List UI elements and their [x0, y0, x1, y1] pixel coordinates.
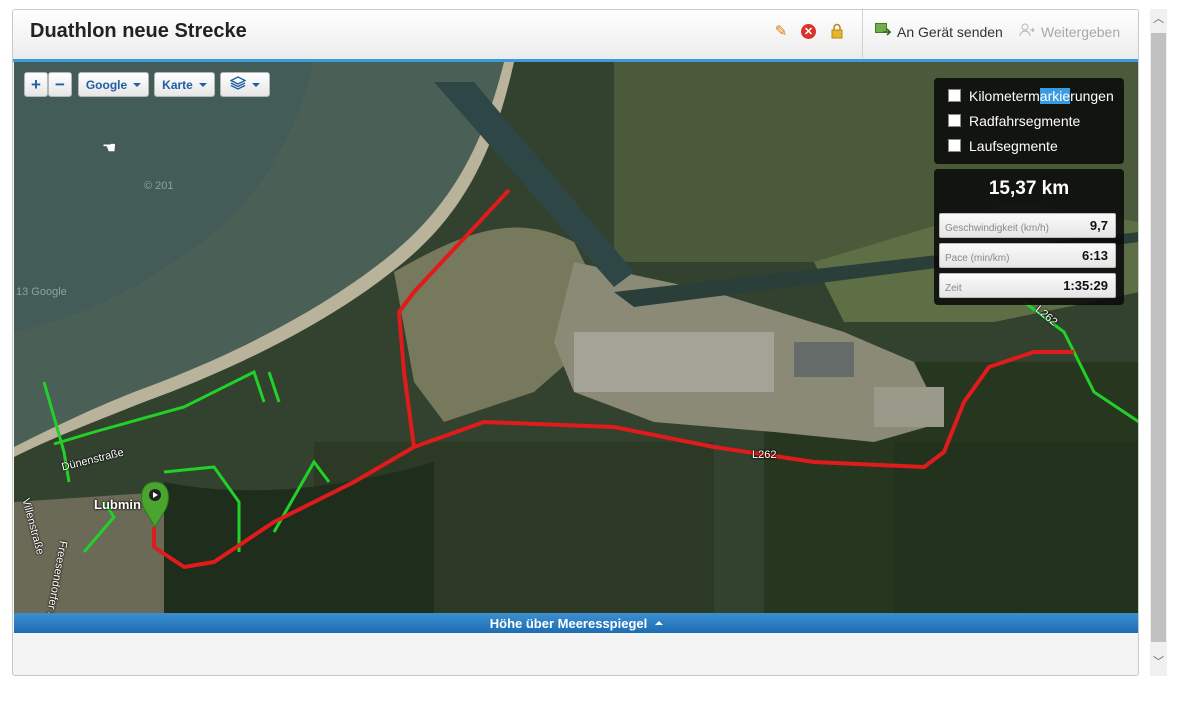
- speed-label: Geschwindigkeit (km/h): [945, 223, 1049, 234]
- chevron-down-icon: [198, 82, 207, 87]
- send-to-device-icon: [875, 23, 892, 40]
- page-title: Duathlon neue Strecke: [30, 20, 247, 42]
- scroll-up-icon[interactable]: ︿: [1153, 13, 1164, 25]
- map-watermark-2: 13 Google: [16, 286, 67, 298]
- zoom-in-button[interactable]: +: [24, 72, 48, 97]
- map-provider-dropdown[interactable]: Google: [78, 72, 149, 97]
- speed-stat: Geschwindigkeit (km/h) 9,7: [939, 213, 1116, 238]
- map-provider-label: Google: [85, 77, 128, 92]
- road-label-2: L262: [752, 449, 777, 461]
- lock-icon[interactable]: [829, 23, 845, 39]
- chevron-down-icon: [133, 82, 142, 87]
- chevron-up-icon: [655, 621, 664, 625]
- time-stat: Zeit 1:35:29: [939, 273, 1116, 298]
- time-label: Zeit: [945, 283, 962, 294]
- panel-header: Duathlon neue Strecke ✎ ✕ An Gerät sende…: [13, 10, 1138, 62]
- layers-dropdown[interactable]: [220, 72, 270, 97]
- bike-segments-label: Radfahrsegmente: [969, 112, 1081, 129]
- send-to-device-button[interactable]: An Gerät senden: [875, 23, 1003, 40]
- elevation-toggle-bar[interactable]: Höhe über Meeresspiegel: [14, 613, 1138, 633]
- map-type-label: Karte: [162, 77, 193, 92]
- map-type-dropdown[interactable]: Karte: [154, 72, 215, 97]
- edit-pencil-icon[interactable]: ✎: [773, 23, 789, 40]
- pace-label: Pace (min/km): [945, 253, 1010, 264]
- pace-value: 6:13: [1081, 248, 1108, 263]
- run-segments-toggle[interactable]: Laufsegmente: [934, 133, 1124, 158]
- zoom-out-button[interactable]: −: [48, 72, 72, 97]
- header-divider: [862, 10, 863, 58]
- run-segments-label: Laufsegmente: [969, 137, 1058, 154]
- elevation-label: Höhe über Meeresspiegel: [489, 615, 648, 631]
- share-label: Weitergeben: [1041, 23, 1121, 40]
- map-watermark-1: © 201: [144, 180, 174, 192]
- map-view[interactable]: Lubmin Dünenstraße Villenstraße Freesend…: [14, 62, 1138, 613]
- time-value: 1:35:29: [1063, 278, 1108, 293]
- scroll-down-icon[interactable]: ﹀: [1153, 656, 1164, 668]
- share-button[interactable]: Weitergeben: [1019, 23, 1120, 40]
- bike-segments-checkbox[interactable]: [948, 114, 961, 127]
- chevron-down-icon: [252, 82, 260, 87]
- km-markers-toggle[interactable]: Kilometermarkierungen: [934, 83, 1124, 108]
- layers-icon: [229, 76, 247, 93]
- route-stats-panel: 15,37 km Geschwindigkeit (km/h) 9,7 Pace…: [934, 169, 1124, 305]
- km-markers-checkbox[interactable]: [948, 89, 961, 102]
- delete-icon[interactable]: ✕: [801, 24, 816, 39]
- run-segments-checkbox[interactable]: [948, 139, 961, 152]
- route-panel: Duathlon neue Strecke ✎ ✕ An Gerät sende…: [12, 9, 1139, 676]
- hand-cursor-icon: ☚: [102, 140, 117, 157]
- town-label: Lubmin: [94, 497, 141, 512]
- share-icon: [1019, 23, 1035, 40]
- speed-value: 9,7: [1089, 218, 1108, 233]
- send-to-device-label: An Gerät senden: [897, 23, 1003, 40]
- total-distance: 15,37 km: [988, 178, 1070, 199]
- layer-toggle-panel: Kilometermarkierungen Radfahrsegmente La…: [934, 78, 1124, 164]
- vertical-scrollbar[interactable]: ︿ ﹀: [1150, 9, 1167, 676]
- scrollbar-thumb[interactable]: [1151, 33, 1166, 642]
- pace-stat: Pace (min/km) 6:13: [939, 243, 1116, 268]
- bike-segments-toggle[interactable]: Radfahrsegmente: [934, 108, 1124, 133]
- km-markers-label: Kilometermarkierungen: [969, 87, 1114, 104]
